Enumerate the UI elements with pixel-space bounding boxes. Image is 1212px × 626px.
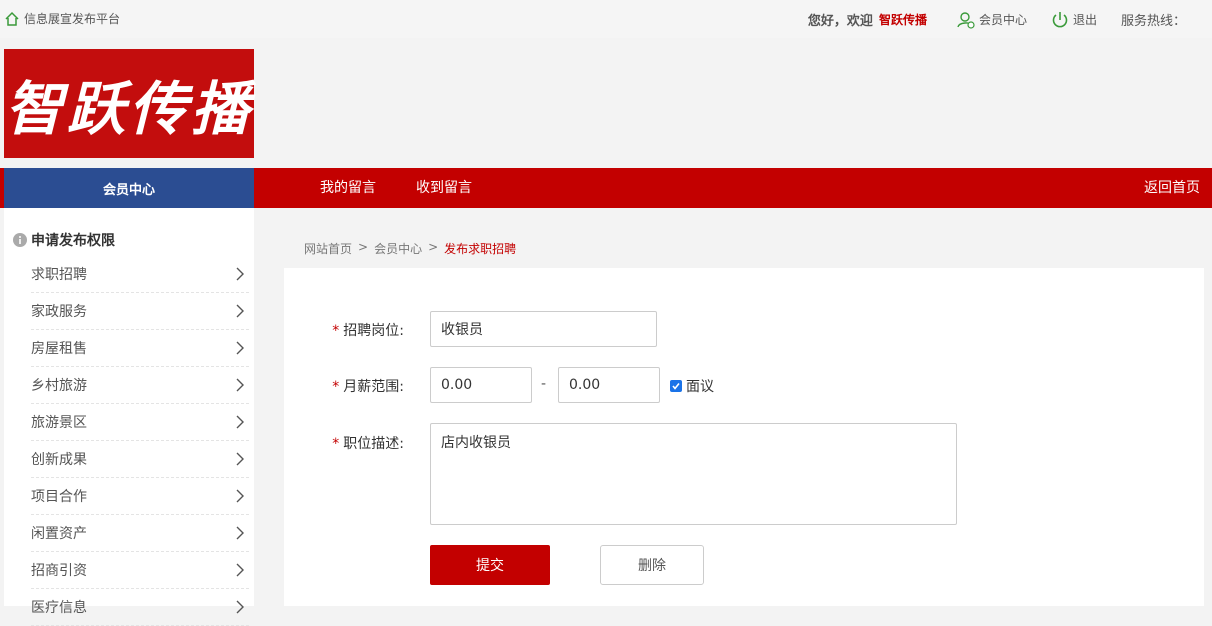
chevron-right-icon [236,267,244,281]
salary-label-text: 月薪范围: [343,379,404,395]
desc-label: * 职位描述: [284,433,404,453]
chevron-right-icon [236,378,244,392]
chevron-right-icon [236,489,244,503]
sidebar-item-label: 闲置资产 [31,526,87,542]
main-nav: 会员中心 我的留言 收到留言 返回首页 [0,168,1212,208]
logout-label: 退出 [1072,13,1097,27]
member-center-link[interactable]: 会员中心 [957,11,1027,29]
sidebar-item-label: 项目合作 [31,489,87,505]
checkmark-icon [672,383,680,390]
chevron-right-icon [236,341,244,355]
position-label: * 招聘岗位: [284,320,404,340]
top-bar: 信息展宣发布平台 您好，欢迎 智跃传播 会员中心 退出 服务热线： [0,0,1212,38]
sidebar-item-label: 房屋租售 [31,341,87,357]
site-name: 信息展宣发布平台 [24,12,121,26]
sidebar-item-label: 求职招聘 [31,267,87,283]
desc-label-text: 职位描述: [343,436,404,452]
breadcrumb: 网站首页 > 会员中心 > 发布求职招聘 [304,240,516,257]
sidebar-item-job[interactable]: 求职招聘 [31,256,249,293]
salary-label: * 月薪范围: [284,376,404,396]
home-icon [5,11,19,26]
nav-member-center[interactable]: 会员中心 [4,168,254,208]
sidebar-title: 申请发布权限 [13,230,115,250]
negotiable-option[interactable]: 面议 [670,376,714,396]
chevron-right-icon [236,600,244,614]
sidebar-list: 求职招聘 家政服务 房屋租售 乡村旅游 旅游景区 创新成果 项目合作 闲置资产 … [31,256,249,626]
sidebar-item-investment[interactable]: 招商引资 [31,552,249,589]
submit-button[interactable]: 提交 [430,545,550,585]
sidebar-item-housing[interactable]: 房屋租售 [31,330,249,367]
member-center-label: 会员中心 [978,13,1027,27]
description-textarea[interactable]: 店内收银员 [430,423,957,525]
nav-my-messages[interactable]: 我的留言 [320,168,376,208]
salary-dash: - [541,376,547,392]
chevron-right-icon [236,526,244,540]
sidebar-item-housekeeping[interactable]: 家政服务 [31,293,249,330]
greeting-text: 您好，欢迎 [807,14,873,29]
sidebar-item-cooperation[interactable]: 项目合作 [31,478,249,515]
hotline-text: 服务热线： [1120,14,1186,29]
sidebar-item-scenic[interactable]: 旅游景区 [31,404,249,441]
salary-max-input[interactable] [558,367,660,403]
sidebar-item-innovation[interactable]: 创新成果 [31,441,249,478]
sidebar-item-idle-assets[interactable]: 闲置资产 [31,515,249,552]
breadcrumb-current: 发布求职招聘 [444,242,517,256]
sidebar-item-medical[interactable]: 医疗信息 [31,589,249,626]
sidebar-title-label: 申请发布权限 [31,233,115,249]
position-input[interactable] [430,311,657,347]
position-label-text: 招聘岗位: [343,323,404,339]
negotiable-checkbox[interactable] [670,380,682,392]
breadcrumb-member-center[interactable]: 会员中心 [374,240,422,257]
username-link[interactable]: 智跃传播 [879,11,927,28]
breadcrumb-separator: > [428,240,439,254]
required-mark: * [332,323,340,339]
breadcrumb-separator: > [358,240,369,254]
sidebar-item-label: 家政服务 [31,304,87,320]
negotiable-label: 面议 [686,379,714,395]
delete-button[interactable]: 删除 [600,545,704,585]
chevron-right-icon [236,563,244,577]
user-icon [957,11,975,29]
nav-received-messages[interactable]: 收到留言 [416,168,472,208]
header: 智跃传播 [0,38,1212,168]
breadcrumb-bar: 网站首页 > 会员中心 > 发布求职招聘 [284,224,1204,268]
breadcrumb-home[interactable]: 网站首页 [304,240,352,257]
nav-back-home[interactable]: 返回首页 [1144,168,1200,208]
required-mark: * [332,379,340,395]
site-home-link[interactable]: 信息展宣发布平台 [4,10,120,27]
sidebar-item-label: 医疗信息 [31,600,87,616]
salary-min-input[interactable] [430,367,532,403]
site-logo[interactable]: 智跃传播 [4,49,254,158]
sidebar-item-rural-tourism[interactable]: 乡村旅游 [31,367,249,404]
sidebar-item-label: 乡村旅游 [31,378,87,394]
chevron-right-icon [236,452,244,466]
logout-link[interactable]: 退出 [1051,11,1097,29]
required-mark: * [332,436,340,452]
chevron-right-icon [236,415,244,429]
sidebar: 申请发布权限 求职招聘 家政服务 房屋租售 乡村旅游 旅游景区 创新成果 项目合… [4,208,254,626]
form-panel: *招聘岗位: *月薪范围: - 面议 *职位描述: 店内收银员 提交 删除 [284,268,1204,606]
info-icon [13,233,27,247]
sidebar-item-label: 招商引资 [31,563,87,579]
chevron-right-icon [236,304,244,318]
sidebar-item-label: 创新成果 [31,452,87,468]
power-icon [1052,11,1068,27]
sidebar-item-label: 旅游景区 [31,415,87,431]
